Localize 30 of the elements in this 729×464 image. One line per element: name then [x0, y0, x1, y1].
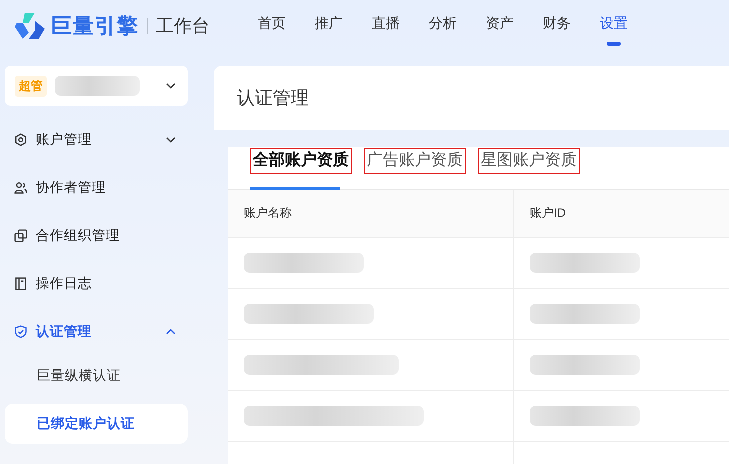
nav-tab[interactable]: 设置 [600, 0, 628, 48]
people-icon [14, 181, 28, 195]
column-header: 账户ID [529, 205, 567, 222]
sidebar-subitem[interactable]: 已绑定账户认证 [5, 404, 188, 444]
role-badge: 超管 [15, 76, 47, 96]
nav-tab[interactable]: 财务 [543, 0, 571, 48]
copy-icon [14, 229, 28, 243]
sidebar-item[interactable]: 合作组织管理 [5, 212, 188, 260]
product-name: 工作台 [156, 15, 210, 38]
book-icon [14, 277, 28, 291]
column-header: 账户名称 [228, 190, 514, 237]
gear-icon [14, 133, 28, 147]
chevron-down-icon [166, 83, 176, 89]
nav-tab[interactable]: 首页 [258, 0, 286, 48]
sidebar-subitem[interactable]: 巨量纵横认证 [5, 356, 188, 396]
shield-icon [14, 325, 28, 339]
nav-tab[interactable]: 直播 [372, 0, 400, 48]
brand-name: 巨量引擎 [51, 14, 139, 40]
tab[interactable]: 星图账户资质 [478, 148, 580, 190]
sidebar-item[interactable]: 账户管理 [5, 116, 188, 164]
nav-tab[interactable]: 资产 [486, 0, 514, 48]
sidebar-item[interactable]: 操作日志 [5, 260, 188, 308]
tab[interactable]: 全部账户资质 [250, 148, 352, 190]
sidebar-item[interactable]: 协作者管理 [5, 164, 188, 212]
nav-tab[interactable]: 分析 [429, 0, 457, 48]
sidebar-item[interactable]: 认证管理 [5, 308, 188, 356]
nav-tab[interactable]: 推广 [315, 0, 343, 48]
page-title: 认证管理 [237, 87, 309, 110]
logo-icon [13, 11, 47, 41]
tab[interactable]: 广告账户资质 [364, 148, 466, 190]
